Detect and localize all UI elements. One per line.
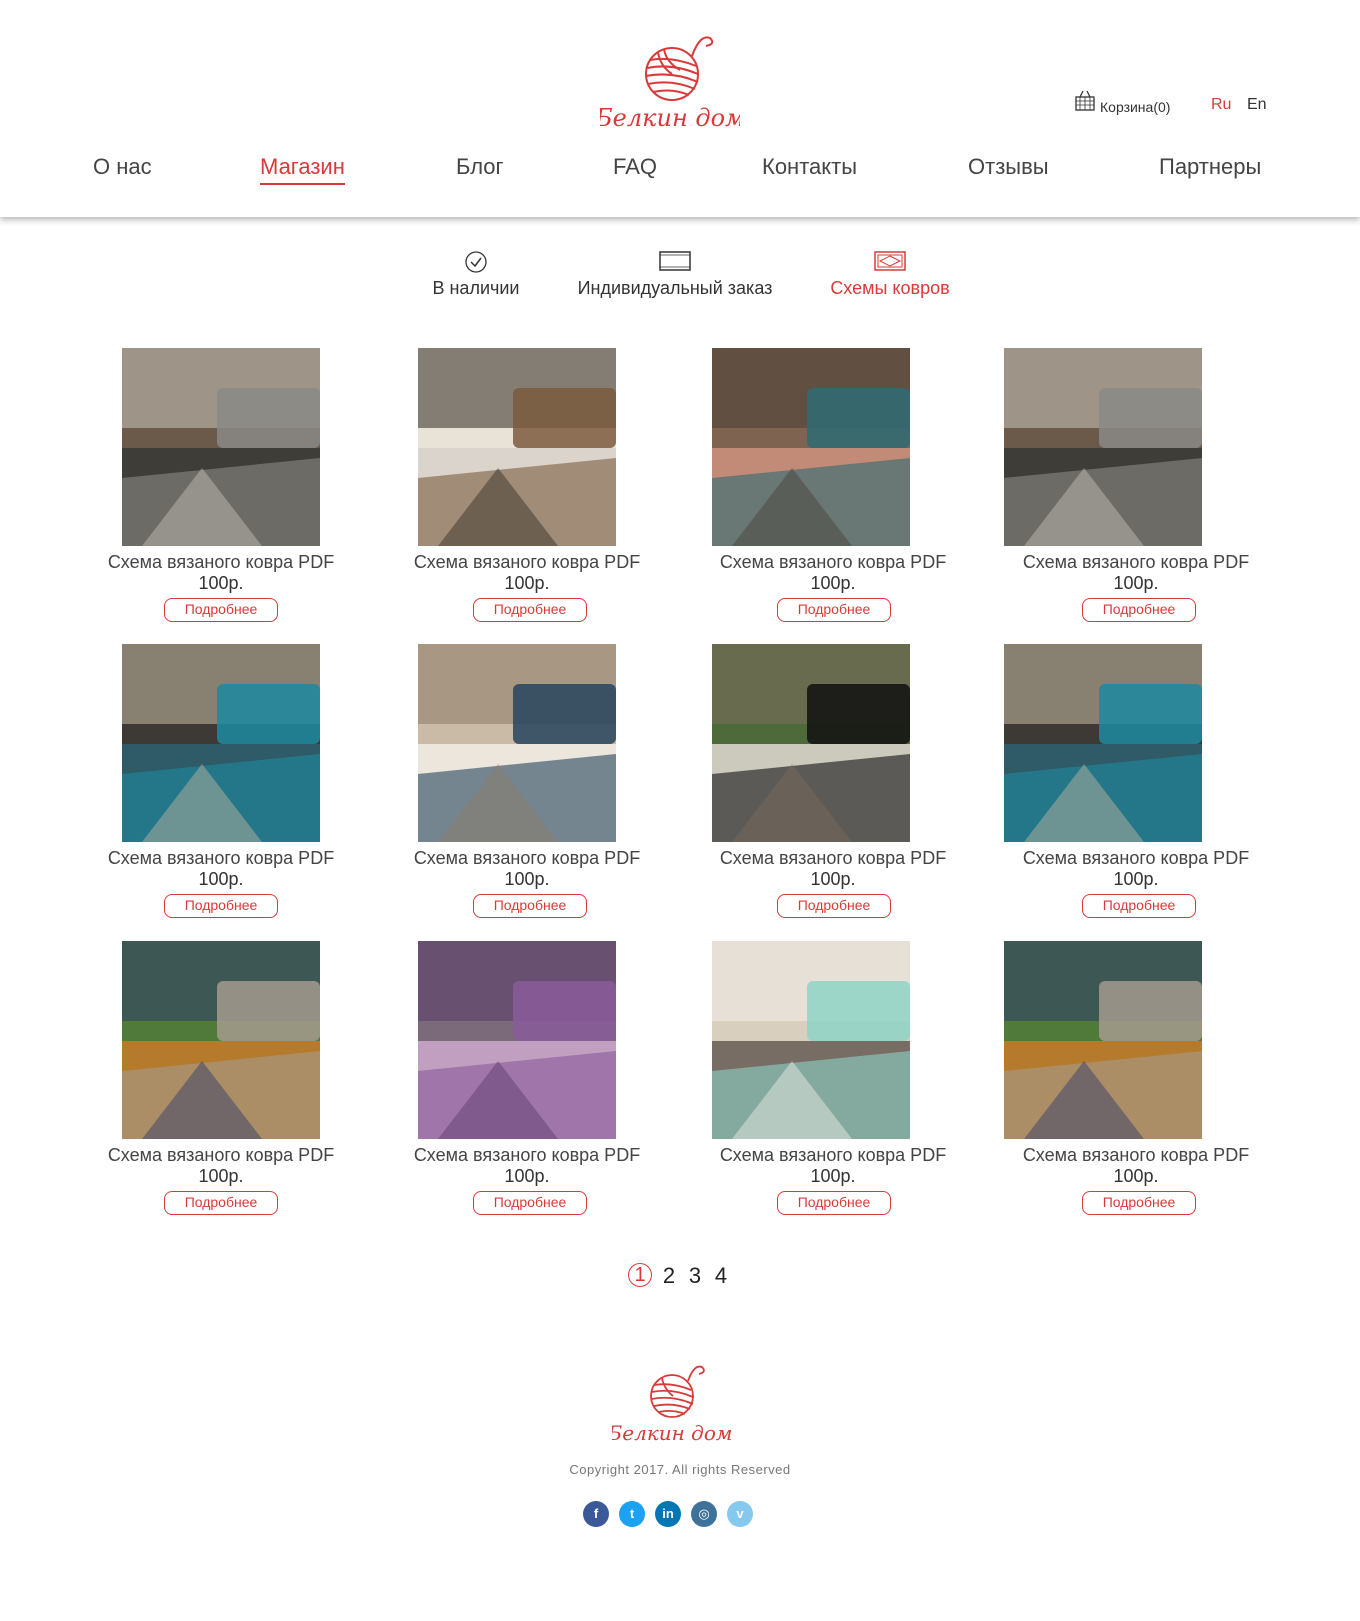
product-image[interactable]: [1004, 348, 1202, 546]
product-title[interactable]: Схема вязаного ковра PDF: [703, 848, 963, 869]
facebook-icon[interactable]: f: [583, 1501, 609, 1527]
lang-ru-link[interactable]: Ru: [1211, 96, 1231, 114]
product-image[interactable]: [712, 941, 910, 1139]
linkedin-icon[interactable]: in: [655, 1501, 681, 1527]
rug-icon: [825, 250, 955, 274]
product-title[interactable]: Схема вязаного ковра PDF: [1006, 552, 1266, 573]
svg-text:Белкин дом: Белкин дом: [600, 104, 740, 132]
details-button[interactable]: Подробнее: [777, 598, 891, 622]
cart-link[interactable]: Корзина(0): [1074, 90, 1170, 115]
page-4-link[interactable]: 4: [712, 1263, 730, 1289]
details-button[interactable]: Подробнее: [777, 894, 891, 918]
product-image[interactable]: [418, 941, 616, 1139]
category-rug-patterns[interactable]: Схемы ковров: [825, 250, 955, 299]
footer-logo[interactable]: Белкин дом: [607, 1358, 732, 1448]
details-button[interactable]: Подробнее: [1082, 1191, 1196, 1215]
product-price: 100р.: [504, 573, 550, 593]
page-1-link[interactable]: 1: [628, 1263, 652, 1287]
category-custom-order[interactable]: Индивидуальный заказ: [570, 250, 780, 299]
category-label: Схемы ковров: [830, 278, 950, 298]
product-price: 100р.: [504, 869, 550, 889]
category-label: В наличии: [432, 278, 520, 298]
check-circle-icon: [420, 250, 532, 274]
product-image[interactable]: [1004, 941, 1202, 1139]
nav-blog[interactable]: Блог: [456, 154, 504, 180]
svg-text:Белкин дом: Белкин дом: [612, 1421, 732, 1445]
details-button[interactable]: Подробнее: [164, 1191, 278, 1215]
twitter-icon[interactable]: t: [619, 1501, 645, 1527]
product-title[interactable]: Схема вязаного ковра PDF: [91, 552, 351, 573]
cart-label: Корзина(0): [1100, 99, 1171, 115]
vimeo-icon[interactable]: v: [727, 1501, 753, 1527]
product-image[interactable]: [122, 941, 320, 1139]
product-price: 100р.: [198, 573, 244, 593]
details-button[interactable]: Подробнее: [473, 894, 587, 918]
details-button[interactable]: Подробнее: [777, 1191, 891, 1215]
nav-partners[interactable]: Партнеры: [1159, 154, 1261, 180]
product-image[interactable]: [418, 348, 616, 546]
site-header: Белкин дом Корзина(0) Ru En О нас Магази…: [0, 0, 1360, 217]
product-price: 100р.: [810, 1166, 856, 1186]
category-label: Индивидуальный заказ: [577, 278, 773, 298]
product-title[interactable]: Схема вязаного ковра PDF: [703, 552, 963, 573]
nav-contacts[interactable]: Контакты: [762, 154, 857, 180]
product-price: 100р.: [198, 1166, 244, 1186]
product-title[interactable]: Схема вязаного ковра PDF: [397, 1145, 657, 1166]
product-title[interactable]: Схема вязаного ковра PDF: [1006, 848, 1266, 869]
details-button[interactable]: Подробнее: [164, 598, 278, 622]
product-image[interactable]: [1004, 644, 1202, 842]
details-button[interactable]: Подробнее: [473, 1191, 587, 1215]
product-price: 100р.: [810, 869, 856, 889]
product-title[interactable]: Схема вязаного ковра PDF: [397, 848, 657, 869]
lang-en-link[interactable]: En: [1247, 96, 1267, 114]
details-button[interactable]: Подробнее: [1082, 598, 1196, 622]
product-price: 100р.: [198, 869, 244, 889]
product-title[interactable]: Схема вязаного ковра PDF: [91, 848, 351, 869]
nav-faq[interactable]: FAQ: [613, 154, 657, 180]
product-image[interactable]: [712, 644, 910, 842]
product-title[interactable]: Схема вязаного ковра PDF: [91, 1145, 351, 1166]
product-price: 100р.: [1113, 869, 1159, 889]
details-button[interactable]: Подробнее: [473, 598, 587, 622]
details-button[interactable]: Подробнее: [1082, 894, 1196, 918]
product-price: 100р.: [504, 1166, 550, 1186]
nav-reviews[interactable]: Отзывы: [968, 154, 1049, 180]
product-image[interactable]: [122, 644, 320, 842]
details-button[interactable]: Подробнее: [164, 894, 278, 918]
product-image[interactable]: [122, 348, 320, 546]
basket-icon: [1074, 90, 1096, 115]
pagination: 1 2 3 4: [628, 1263, 730, 1289]
copyright-text: Copyright 2017. All rights Reserved: [569, 1462, 791, 1477]
product-image[interactable]: [712, 348, 910, 546]
social-links: f t in ◎ v: [583, 1501, 753, 1527]
nav-about[interactable]: О нас: [93, 154, 152, 180]
product-title[interactable]: Схема вязаного ковра PDF: [1006, 1145, 1266, 1166]
product-price: 100р.: [1113, 1166, 1159, 1186]
product-title[interactable]: Схема вязаного ковра PDF: [397, 552, 657, 573]
nav-shop[interactable]: Магазин: [260, 154, 345, 185]
page-3-link[interactable]: 3: [686, 1263, 704, 1289]
frame-icon: [570, 250, 780, 274]
product-price: 100р.: [810, 573, 856, 593]
category-in-stock[interactable]: В наличии: [420, 250, 532, 299]
instagram-icon[interactable]: ◎: [691, 1501, 717, 1527]
product-title[interactable]: Схема вязаного ковра PDF: [703, 1145, 963, 1166]
page-2-link[interactable]: 2: [660, 1263, 678, 1289]
product-image[interactable]: [418, 644, 616, 842]
brand-logo[interactable]: Белкин дом: [600, 26, 740, 136]
product-price: 100р.: [1113, 573, 1159, 593]
